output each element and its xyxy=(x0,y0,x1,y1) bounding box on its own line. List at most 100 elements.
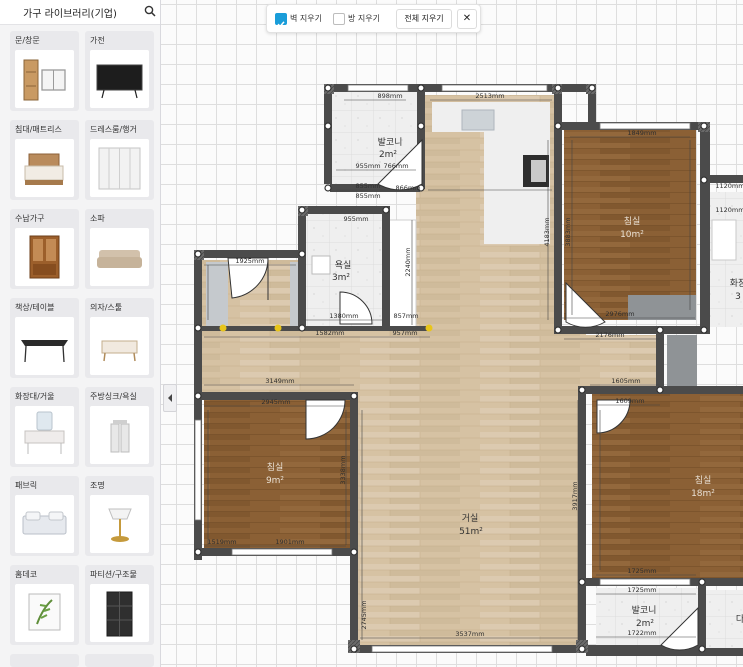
room-area-bedroom-se: 18m² xyxy=(691,489,715,499)
wardrobe-thumbnail xyxy=(90,139,149,197)
room-area-bath-right: 3 xyxy=(735,292,741,302)
closet-entrance xyxy=(206,262,228,326)
dim-label: 3149mm xyxy=(265,377,294,385)
category-sofa[interactable]: 소파 xyxy=(85,209,154,289)
canvas-toolbar: 벽 지우기 방 지우기 전체 지우기 ✕ xyxy=(266,4,481,33)
locker-thumbnail xyxy=(90,584,149,642)
bathtub-icon xyxy=(711,219,737,261)
dim-label: 2745mm xyxy=(360,600,368,629)
room-area-living: 51m² xyxy=(459,527,483,537)
dim-label: 855mm xyxy=(355,192,380,200)
room-area-bedroom-w: 9m² xyxy=(266,476,284,486)
room-name-bedroom-w: 침실 xyxy=(267,462,284,473)
category-label: 주방싱크/욕실 xyxy=(90,392,137,401)
dim-label: 2945mm xyxy=(261,398,290,406)
dim-label: 3883mm xyxy=(564,217,572,246)
category-label: 드레스룸/행거 xyxy=(90,125,137,134)
dim-label: 1120mm xyxy=(715,182,743,190)
category-label: 문/창문 xyxy=(15,36,40,45)
room-name-living: 거실 xyxy=(462,513,479,524)
category-label: 가전 xyxy=(90,36,105,45)
bed-thumbnail xyxy=(15,139,74,197)
dim-label: 766mm xyxy=(383,162,408,170)
category-dressroom[interactable]: 드레스룸/행거 xyxy=(85,120,154,200)
dim-label: 1582mm xyxy=(315,329,344,337)
room-name-partial: 다 xyxy=(736,614,743,625)
wall-erase-label[interactable]: 벽 지우기 xyxy=(290,13,322,24)
room-name-bath: 욕실 xyxy=(335,260,352,271)
search-icon[interactable] xyxy=(144,5,156,17)
dim-label: 1519mm xyxy=(207,538,236,546)
dim-label: 1722mm xyxy=(627,629,656,637)
category-sink-bath[interactable]: 주방싱크/욕실 xyxy=(85,387,154,467)
dim-label: 1925mm xyxy=(235,257,264,265)
category-fabric[interactable]: 패브릭 xyxy=(10,476,79,556)
dim-label: 3917mm xyxy=(571,481,579,510)
library-header: 가구 라이브러리(기업) xyxy=(0,0,160,25)
dim-label: 857mm xyxy=(393,312,418,320)
room-area-balcony-top: 2m² xyxy=(379,150,397,160)
dim-label: 1725mm xyxy=(627,586,656,594)
close-icon[interactable]: ✕ xyxy=(457,9,477,29)
room-erase-checkbox[interactable] xyxy=(333,13,345,25)
table-thumbnail xyxy=(15,317,74,375)
room-name-balcony-top: 발코니 xyxy=(378,137,403,148)
plant-frame-thumbnail xyxy=(15,584,74,642)
dim-label: 1120mm xyxy=(715,206,743,214)
dim-label: 955mm xyxy=(343,215,368,223)
category-label: 조명 xyxy=(90,481,105,490)
collapse-panel-button[interactable] xyxy=(163,384,177,412)
sofa-thumbnail xyxy=(90,228,149,286)
category-label: 홈데코 xyxy=(15,570,38,579)
dim-label: 1380mm xyxy=(329,312,358,320)
category-partition[interactable]: 파티션/구조물 xyxy=(85,565,154,645)
category-label: 화장대/거울 xyxy=(15,392,55,401)
library-title: 가구 라이브러리(기업) xyxy=(23,9,117,20)
category-lighting[interactable]: 조명 xyxy=(85,476,154,556)
dim-label: 1605mm xyxy=(611,377,640,385)
category-vanity[interactable]: 화장대/거울 xyxy=(10,387,79,467)
category-appliance[interactable]: 가전 xyxy=(85,31,154,111)
category-label: 소파 xyxy=(90,214,105,223)
floorplan[interactable]: 898mm 2513mm 955mm 766mm 855mm 855mm 866… xyxy=(160,0,743,667)
room-area-bath: 3m² xyxy=(332,273,350,283)
furniture-library-panel: 가구 라이브러리(기업) 문/창문 가전 침대/매트리스 드레스룸/행거 수납가… xyxy=(0,0,161,667)
dim-label: 1725mm xyxy=(627,567,656,575)
wall-erase-checkbox[interactable] xyxy=(275,13,287,28)
toilet-icon xyxy=(311,255,331,275)
category-desk-table[interactable]: 책상/테이블 xyxy=(10,298,79,378)
dim-label: 1609mm xyxy=(615,397,644,405)
floorplan-canvas[interactable]: 898mm 2513mm 955mm 766mm 855mm 855mm 866… xyxy=(160,0,743,667)
dim-label: 866mm xyxy=(395,184,420,192)
dim-label: 1901mm xyxy=(275,538,304,546)
check-icon xyxy=(277,21,285,28)
dim-label: 3537mm xyxy=(455,630,484,638)
dim-label: 1849mm xyxy=(627,129,656,137)
room-erase-label[interactable]: 방 지우기 xyxy=(348,13,380,24)
category-label: 패브릭 xyxy=(15,481,38,490)
vanity-thumbnail xyxy=(15,406,74,464)
bedding-thumbnail xyxy=(15,495,74,553)
chevron-left-icon xyxy=(168,394,172,402)
category-partial[interactable] xyxy=(10,654,79,667)
category-door-window[interactable]: 문/창문 xyxy=(10,31,79,111)
dim-label: 3338mm xyxy=(339,455,347,484)
category-partial[interactable] xyxy=(85,654,154,667)
tv-thumbnail xyxy=(90,50,149,108)
category-label: 파티션/구조물 xyxy=(90,570,137,579)
clear-all-button[interactable]: 전체 지우기 xyxy=(396,9,452,29)
room-name-bedroom-nw: 침실 xyxy=(624,216,641,227)
category-chair[interactable]: 의자/스툴 xyxy=(85,298,154,378)
category-label: 수납가구 xyxy=(15,214,45,223)
category-home-deco[interactable]: 홈데코 xyxy=(10,565,79,645)
dim-label: 2976mm xyxy=(605,310,634,318)
dim-label: 4183mm xyxy=(543,217,551,246)
room-name-bedroom-se: 침실 xyxy=(695,475,712,486)
category-bed[interactable]: 침대/매트리스 xyxy=(10,120,79,200)
dim-label: 2240mm xyxy=(404,247,412,276)
category-storage[interactable]: 수납가구 xyxy=(10,209,79,289)
bench-thumbnail xyxy=(90,317,149,375)
dim-label: 2513mm xyxy=(475,92,504,100)
room-name-bath-right: 화장 xyxy=(730,278,743,289)
dim-label: 2176mm xyxy=(595,331,624,339)
